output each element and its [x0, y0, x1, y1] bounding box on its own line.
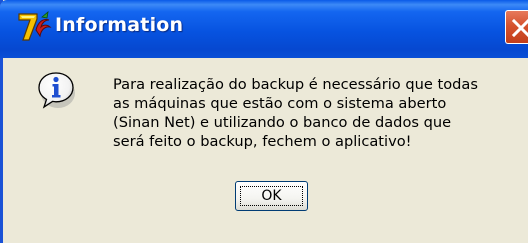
dialog-message: Para realização do backup é necessário q…: [113, 75, 513, 151]
title-bar[interactable]: Information: [0, 0, 528, 58]
info-icon: [37, 70, 77, 110]
message-line: as máquinas que estão com o sistema aber…: [113, 95, 447, 112]
information-dialog: Information Para realização do backup é …: [0, 0, 528, 243]
message-line: Para realização do backup é necessário q…: [113, 76, 478, 93]
ok-button[interactable]: OK: [235, 181, 308, 211]
message-line: será feito o backup, fechem o aplicativo…: [113, 133, 412, 150]
ok-button-label: OK: [240, 186, 303, 206]
message-line: (Sinan Net) e utilizando o banco de dado…: [113, 114, 452, 131]
close-button[interactable]: [505, 10, 528, 44]
tabwin-7-logo-icon: [17, 8, 53, 44]
window-title: Information: [55, 14, 184, 36]
